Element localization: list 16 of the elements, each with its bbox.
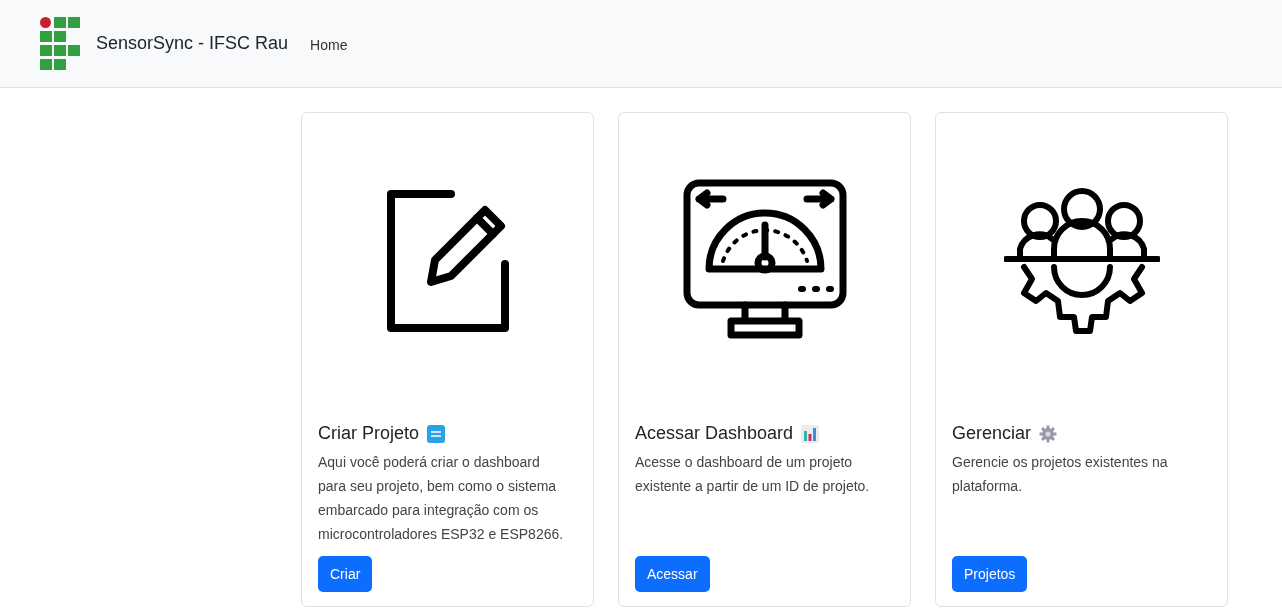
card-text: Aqui você poderá criar o dashboard para seu projeto, bem como o sistema embarcado para integração com os microcontroladores ESP32 e ESP8266. [318,453,565,544]
edit-icon [386,190,509,332]
card-text: Acesse o dashboard de um projeto existente a partir de um ID de projeto. [635,453,871,496]
team-gear-icon [1003,187,1160,335]
card-title: Gerenciar [952,423,1032,444]
logo-icon [40,16,82,71]
nav-link[interactable]: Home [310,34,348,53]
card-text: Gerencie os projetos existentes na plataforma. [952,453,1169,496]
card-title: Criar Projeto [318,423,420,444]
card-button[interactable]: Acessar [635,556,710,592]
bar-chart-icon [801,424,820,443]
card-button[interactable]: Projetos [952,556,1028,592]
card-button[interactable]: Criar [318,556,373,592]
card-title: Acessar Dashboard [635,423,794,444]
brand-name[interactable]: SensorSync - IFSC Rau [96,33,289,54]
new-badge-icon [427,424,446,443]
